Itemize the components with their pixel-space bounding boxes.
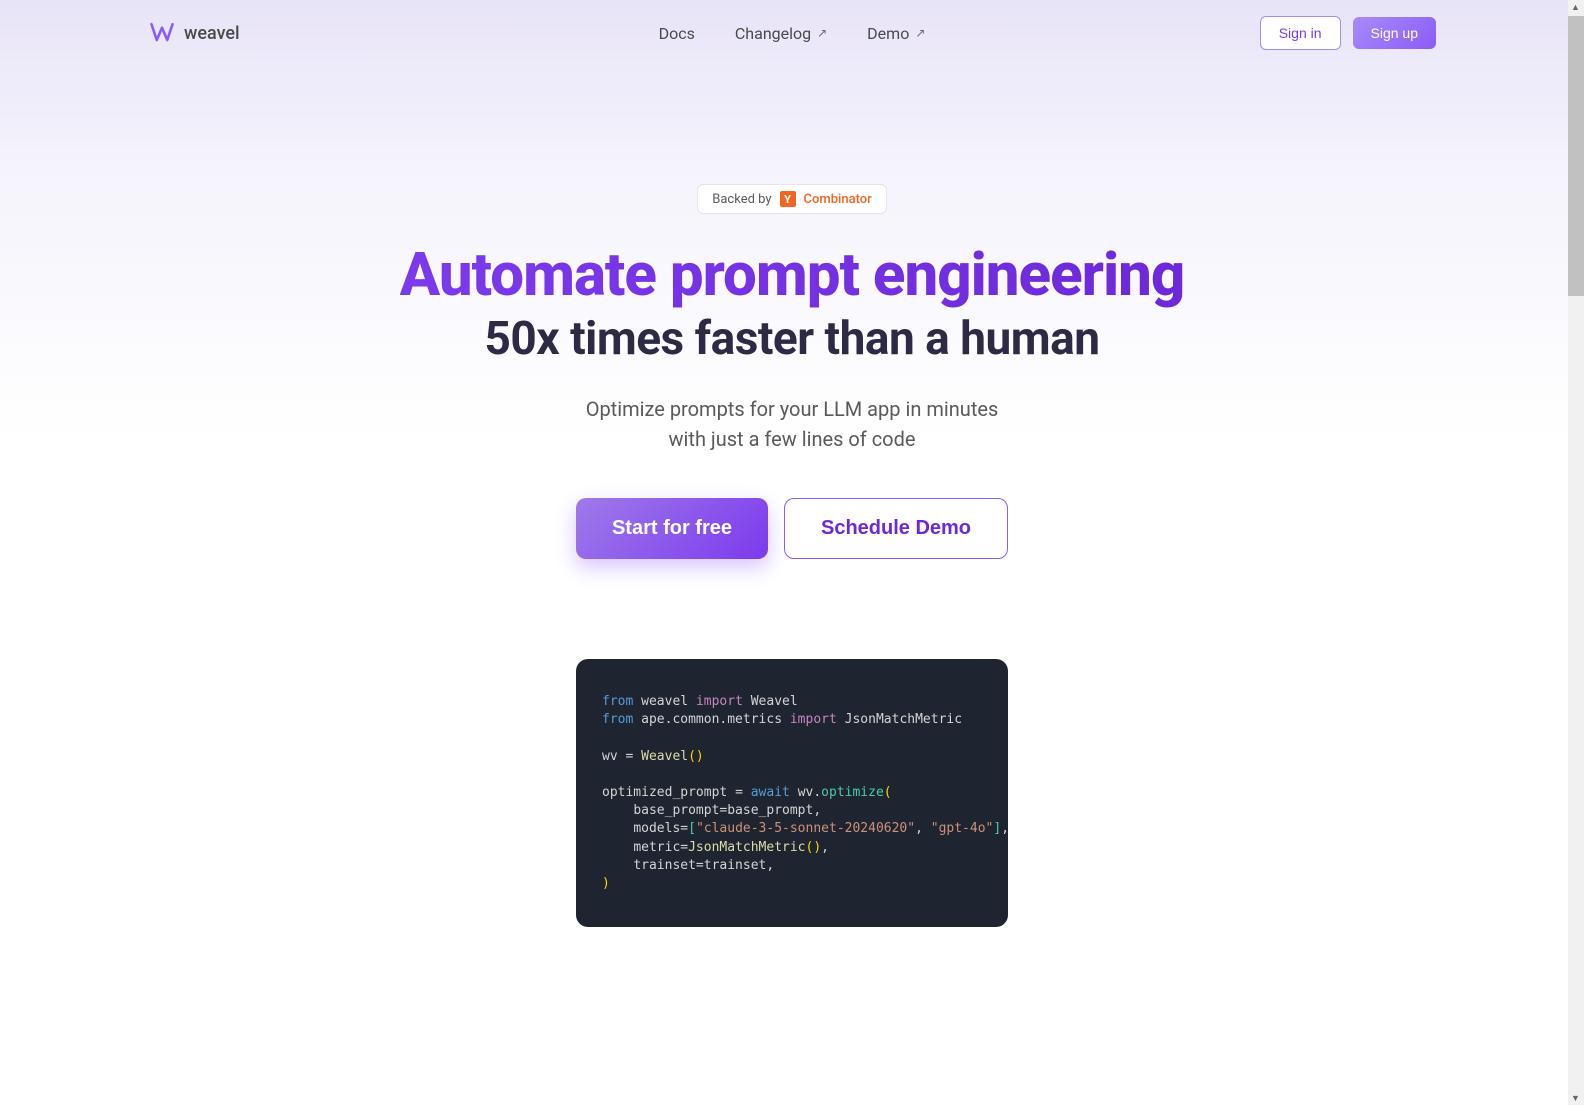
code-mod: ape.common.metrics bbox=[641, 712, 782, 727]
code-bracket: [ bbox=[688, 821, 696, 836]
code-paren: () bbox=[806, 840, 822, 855]
code-close: ) bbox=[602, 876, 610, 891]
code-obj: wv. bbox=[798, 785, 821, 800]
code-indent bbox=[602, 803, 633, 818]
yc-badge: Backed by Y Combinator bbox=[697, 184, 886, 214]
code-mod: weavel bbox=[641, 694, 688, 709]
code-indent bbox=[602, 858, 633, 873]
code-comma: , bbox=[915, 821, 931, 836]
code-eq: = bbox=[625, 749, 633, 764]
nav-link-changelog[interactable]: Changelog ↗ bbox=[735, 24, 827, 43]
scroll-up-icon[interactable]: ▲ bbox=[1571, 2, 1581, 12]
nav-label: Demo bbox=[867, 24, 909, 43]
scrollbar-track[interactable]: ▲ ▼ bbox=[1568, 0, 1584, 1105]
code-str: "gpt-4o" bbox=[931, 821, 994, 836]
code-kw: from bbox=[602, 712, 633, 727]
yc-name: Combinator bbox=[804, 192, 872, 207]
code-cls: JsonMatchMetric bbox=[845, 712, 962, 727]
code-open: ( bbox=[884, 785, 892, 800]
nav-link-docs[interactable]: Docs bbox=[659, 24, 695, 43]
backed-by-text: Backed by bbox=[712, 192, 771, 207]
code-paren: () bbox=[688, 749, 704, 764]
external-link-icon: ↗ bbox=[915, 26, 925, 40]
logo-text: weavel bbox=[184, 23, 240, 44]
logo[interactable]: weavel bbox=[148, 19, 240, 47]
code-comma: , bbox=[766, 858, 774, 873]
nav-label: Docs bbox=[659, 24, 695, 43]
code-await: await bbox=[751, 785, 790, 800]
code-param: base_prompt=base_prompt bbox=[633, 803, 813, 818]
code-comma: , bbox=[813, 803, 821, 818]
code-cls: JsonMatchMetric bbox=[688, 840, 805, 855]
code-eq: = bbox=[735, 785, 743, 800]
nav-link-demo[interactable]: Demo ↗ bbox=[867, 24, 925, 43]
scrollbar-thumb[interactable] bbox=[1568, 16, 1584, 296]
external-link-icon: ↗ bbox=[817, 26, 827, 40]
code-indent bbox=[602, 840, 633, 855]
code-str: "claude-3-5-sonnet-20240620" bbox=[696, 821, 915, 836]
code-import: import bbox=[696, 694, 743, 709]
auth-buttons: Sign in Sign up bbox=[1260, 16, 1436, 50]
scroll-down-icon[interactable]: ▼ bbox=[1571, 1093, 1581, 1103]
main-nav: Docs Changelog ↗ Demo ↗ bbox=[659, 24, 926, 43]
code-import: import bbox=[790, 712, 837, 727]
hero-tagline: Optimize prompts for your LLM app in min… bbox=[0, 394, 1584, 454]
code-cls: Weavel bbox=[641, 749, 688, 764]
site-header: weavel Docs Changelog ↗ Demo ↗ Sign in S… bbox=[0, 0, 1584, 66]
code-indent bbox=[602, 821, 633, 836]
signin-button[interactable]: Sign in bbox=[1260, 16, 1341, 50]
start-free-button[interactable]: Start for free bbox=[576, 498, 768, 559]
hero-headline: Automate prompt engineering bbox=[0, 242, 1584, 308]
weavel-logo-icon bbox=[148, 19, 176, 47]
code-comma: , bbox=[1001, 821, 1009, 836]
cta-row: Start for free Schedule Demo bbox=[0, 498, 1584, 559]
schedule-demo-button[interactable]: Schedule Demo bbox=[784, 498, 1008, 559]
code-comma: , bbox=[821, 840, 829, 855]
headline-main: Automate prompt engineering bbox=[400, 239, 1185, 310]
code-param: models= bbox=[633, 821, 688, 836]
headline-sub: 50x times faster than a human bbox=[0, 312, 1584, 366]
code-param: trainset=trainset bbox=[633, 858, 766, 873]
hero-section: Backed by Y Combinator Automate prompt e… bbox=[0, 66, 1584, 927]
code-fn: optimize bbox=[821, 785, 884, 800]
nav-label: Changelog bbox=[735, 24, 811, 43]
tagline-line2: with just a few lines of code bbox=[669, 427, 916, 451]
code-var: optimized_prompt bbox=[602, 785, 727, 800]
code-var: wv bbox=[602, 749, 618, 764]
signup-button[interactable]: Sign up bbox=[1353, 17, 1436, 49]
code-cls: Weavel bbox=[751, 694, 798, 709]
code-kw: from bbox=[602, 694, 633, 709]
tagline-line1: Optimize prompts for your LLM app in min… bbox=[586, 397, 999, 421]
code-param: metric= bbox=[633, 840, 688, 855]
code-example: from weavel import Weavel from ape.commo… bbox=[576, 659, 1008, 927]
yc-icon: Y bbox=[780, 191, 796, 207]
